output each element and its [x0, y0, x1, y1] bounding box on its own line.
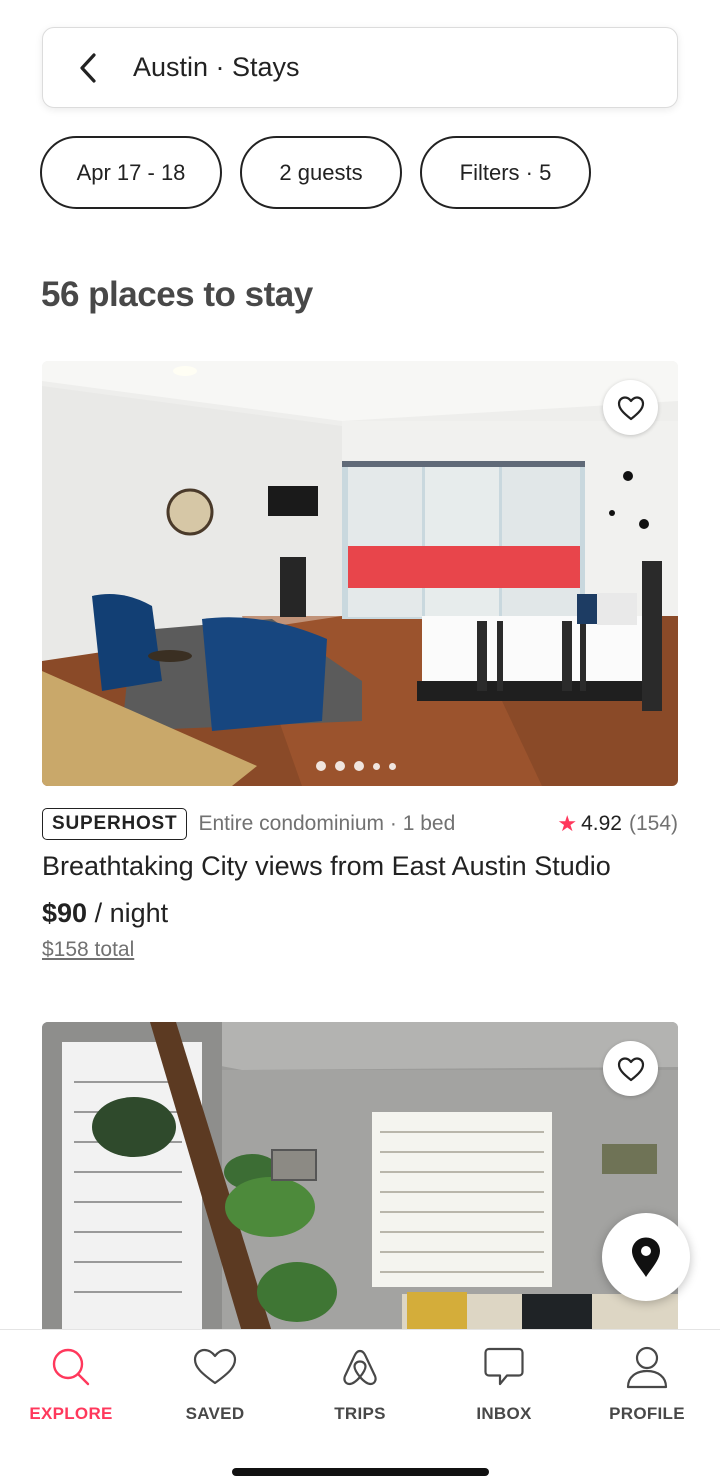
- save-listing-button[interactable]: [603, 380, 658, 435]
- listing-title[interactable]: Breathtaking City views from East Austin…: [42, 851, 611, 882]
- nav-icon-wrap: [337, 1344, 383, 1390]
- guests-chip[interactable]: 2 guests: [240, 136, 402, 209]
- photo-pagination: [316, 761, 396, 771]
- superhost-badge: SUPERHOST: [42, 808, 188, 840]
- pagination-dot[interactable]: [335, 761, 345, 771]
- nav-trips-label: TRIPS: [334, 1404, 386, 1423]
- listing-photo-image: [42, 361, 678, 786]
- listing-price: $90 / night: [42, 898, 168, 929]
- heart-icon: [193, 1348, 237, 1385]
- heart-icon: [617, 1056, 644, 1081]
- nightly-price: $90: [42, 898, 88, 928]
- filters-chip[interactable]: Filters · 5: [420, 136, 591, 209]
- listing-photo[interactable]: [42, 1022, 678, 1332]
- map-button[interactable]: [602, 1213, 690, 1301]
- per-night-label: / night: [87, 898, 169, 928]
- nav-explore-label: EXPLORE: [29, 1404, 113, 1423]
- nav-saved[interactable]: SAVED: [150, 1344, 280, 1424]
- nav-profile-label: PROFILE: [609, 1404, 685, 1423]
- nav-profile[interactable]: PROFILE: [582, 1344, 712, 1424]
- nav-inbox[interactable]: INBOX: [439, 1344, 569, 1424]
- home-indicator: [232, 1468, 489, 1476]
- airbnb-logo-icon: [343, 1349, 377, 1386]
- nav-trips[interactable]: TRIPS: [295, 1344, 425, 1424]
- map-pin-icon: [632, 1237, 660, 1277]
- results-heading: 56 places to stay: [41, 275, 313, 314]
- star-icon: ★: [557, 811, 578, 836]
- total-price-link[interactable]: $158 total: [42, 938, 134, 962]
- filter-chips: Apr 17 - 18 2 guests Filters · 5: [40, 136, 591, 209]
- listing-card[interactable]: [42, 1022, 678, 1332]
- pagination-dot[interactable]: [316, 761, 326, 771]
- nav-inbox-label: INBOX: [476, 1404, 532, 1423]
- nav-icon-wrap: [192, 1344, 238, 1390]
- rating-value: 4.92: [581, 812, 622, 835]
- nav-icon-wrap: [624, 1344, 670, 1390]
- listing-photo-image: [42, 1022, 678, 1332]
- heart-icon: [617, 395, 644, 420]
- nav-icon-wrap: [48, 1344, 94, 1390]
- listing-photo[interactable]: [42, 361, 678, 786]
- pagination-dot[interactable]: [354, 761, 364, 771]
- back-button[interactable]: [49, 27, 129, 108]
- room-type: Entire condominium · 1 bed: [198, 812, 456, 835]
- nav-icon-wrap: [481, 1344, 527, 1390]
- search-bar[interactable]: Austin · Stays: [42, 27, 678, 108]
- pagination-dot[interactable]: [389, 762, 396, 770]
- search-title: Austin · Stays: [133, 52, 300, 82]
- review-count: (154): [628, 812, 678, 835]
- dates-chip[interactable]: Apr 17 - 18: [40, 136, 222, 209]
- bottom-nav: EXPLORE SAVED TRIPS INBOX PROFILE: [0, 1329, 720, 1483]
- search-icon: [52, 1348, 90, 1386]
- user-icon: [626, 1346, 668, 1389]
- nav-saved-label: SAVED: [185, 1404, 245, 1423]
- listing-meta: SUPERHOST Entire condominium · 1 bed ★ 4…: [42, 808, 678, 840]
- listing-card[interactable]: SUPERHOST Entire condominium · 1 bed ★ 4…: [42, 361, 678, 961]
- listing-rating: ★ 4.92 (154): [557, 811, 678, 837]
- pagination-dot[interactable]: [373, 762, 380, 770]
- save-listing-button[interactable]: [603, 1041, 658, 1096]
- nav-explore[interactable]: EXPLORE: [6, 1344, 136, 1424]
- chevron-left-icon: [80, 52, 96, 83]
- message-icon: [484, 1347, 524, 1386]
